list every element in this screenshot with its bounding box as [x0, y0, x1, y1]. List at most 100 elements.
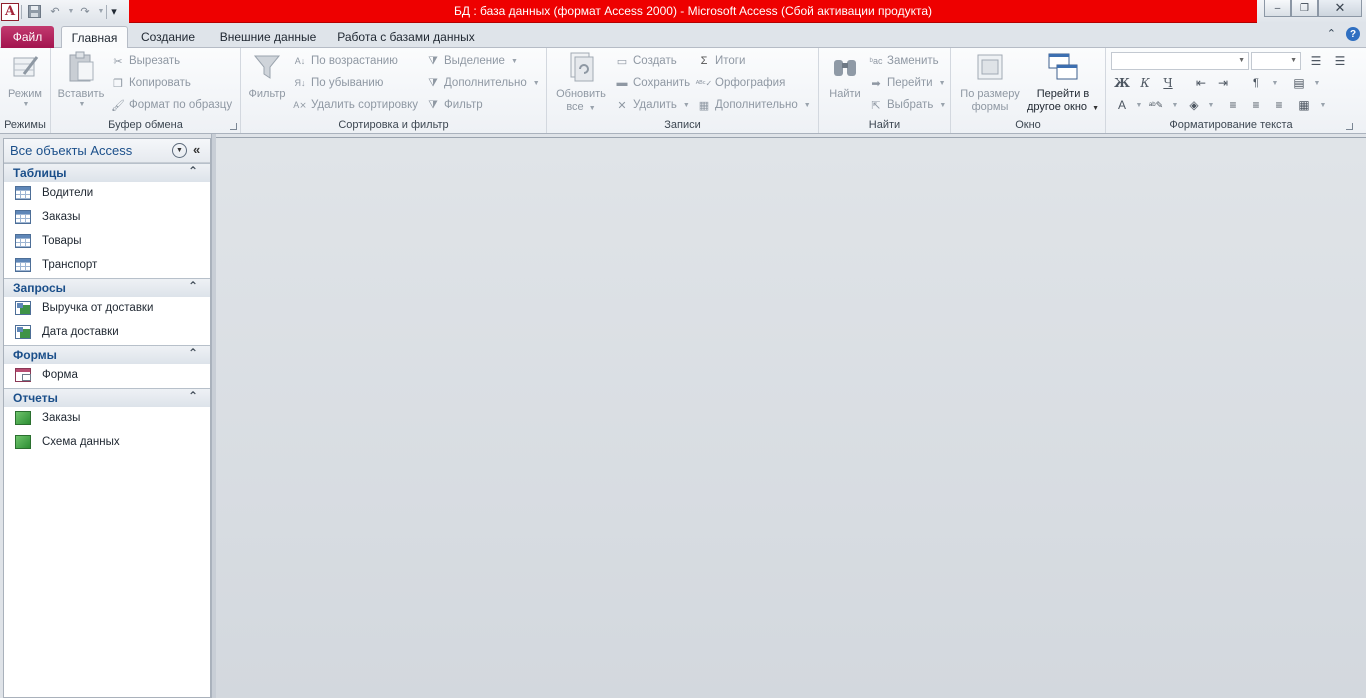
bullets-icon[interactable]: ☰ — [1306, 52, 1326, 70]
nav-item[interactable]: Схема данных — [4, 431, 210, 455]
nav-item-label: Водители — [42, 187, 94, 199]
align-left-icon[interactable]: ≡ — [1223, 96, 1243, 114]
nav-item[interactable]: Водители — [4, 182, 210, 206]
double-chevron-up-icon[interactable]: ⌃ — [188, 389, 198, 403]
access-app-icon[interactable]: A — [1, 2, 19, 21]
redo-icon[interactable]: ↷ — [74, 3, 96, 21]
tab-database-tools[interactable]: Работа с базами данных — [332, 26, 480, 48]
copy-button[interactable]: ❐ Копировать — [111, 74, 191, 92]
nav-section-header[interactable]: Запросы ⌃ — [4, 278, 210, 297]
nav-section-header[interactable]: Отчеты ⌃ — [4, 388, 210, 407]
text-formatting-dialog-launcher-icon[interactable] — [1346, 123, 1353, 130]
numbering-icon[interactable]: ☰ — [1330, 52, 1350, 70]
refresh-all-button[interactable]: Обновить все ▼ — [551, 50, 611, 115]
nav-item[interactable]: Заказы — [4, 407, 210, 431]
align-center-icon[interactable]: ≡ — [1246, 96, 1266, 114]
nav-section-header[interactable]: Таблицы ⌃ — [4, 163, 210, 182]
gridlines-dropdown-icon[interactable]: ▼ — [1306, 74, 1326, 92]
nav-item[interactable]: Товары — [4, 230, 210, 254]
nav-item[interactable]: Заказы — [4, 206, 210, 230]
nav-item[interactable]: Транспорт — [4, 254, 210, 278]
delete-record-button[interactable]: ✕ Удалить ▼ — [615, 96, 689, 114]
background-grid-dropdown-icon[interactable]: ▼ — [1312, 96, 1332, 114]
bold-button[interactable]: Ж — [1112, 74, 1132, 92]
save-record-button[interactable]: ▬ Сохранить — [615, 74, 691, 92]
paste-button[interactable]: Вставить ▼ — [55, 50, 107, 108]
close-button[interactable]: ✕ — [1318, 0, 1362, 17]
font-size-select[interactable]: ▼ — [1251, 52, 1301, 70]
sort-descending-label: По убыванию — [311, 77, 384, 89]
goto-button[interactable]: ➡ Перейти ▼ — [869, 74, 945, 92]
spelling-button[interactable]: ᴬᴮᶜ✓ Орфография — [695, 74, 786, 92]
select-button[interactable]: ⇱ Выбрать ▼ — [869, 96, 946, 114]
decrease-indent-icon[interactable]: ⇤ — [1191, 74, 1211, 92]
redo-dropdown-icon[interactable]: ▼ — [96, 3, 105, 21]
paragraph-dropdown-icon[interactable]: ▼ — [1264, 74, 1284, 92]
navigation-pane-title[interactable]: Все объекты Access — [10, 143, 132, 158]
minimize-button[interactable]: – — [1264, 0, 1291, 17]
toggle-filter-button[interactable]: ⧩ Фильтр — [426, 96, 483, 114]
clipboard-dialog-launcher-icon[interactable] — [230, 123, 237, 130]
double-chevron-up-icon[interactable]: ⌃ — [188, 346, 198, 360]
more-records-button[interactable]: ▦ Дополнительно ▼ — [697, 96, 811, 114]
increase-indent-icon[interactable]: ⇥ — [1213, 74, 1233, 92]
tab-create[interactable]: Создание — [133, 26, 203, 48]
switch-windows-button[interactable]: Перейти в другое окно ▼ — [1025, 50, 1101, 115]
find-button[interactable]: Найти — [823, 50, 867, 101]
filter-big-button[interactable]: Фильтр — [245, 50, 289, 101]
save-icon[interactable] — [24, 3, 44, 21]
nav-item-label: Форма — [42, 369, 78, 381]
font-name-select[interactable]: ▼ — [1111, 52, 1249, 70]
replace-button[interactable]: ᵇac Заменить — [869, 52, 939, 70]
nav-item[interactable]: Выручка от доставки — [4, 297, 210, 321]
nav-section-header[interactable]: Формы ⌃ — [4, 345, 210, 364]
fill-color-dropdown-icon[interactable]: ▼ — [1200, 96, 1220, 114]
remove-sort-button[interactable]: A⨯ Удалить сортировку — [293, 96, 418, 114]
background-grid-icon[interactable]: ▦ — [1294, 96, 1314, 114]
tab-external-data[interactable]: Внешние данные — [212, 26, 324, 48]
format-painter-button[interactable]: 🖌 Формат по образцу — [111, 96, 232, 114]
highlight-icon[interactable]: ᵃᵇ✎ — [1146, 96, 1166, 114]
highlight-dropdown-icon[interactable]: ▼ — [1164, 96, 1184, 114]
spelling-label: Орфография — [715, 77, 786, 89]
paste-label: Вставить — [57, 88, 105, 100]
tab-file[interactable]: Файл — [1, 26, 54, 48]
navigation-pane-header[interactable]: Все объекты Access ▼ « — [4, 139, 210, 163]
refresh-label-line2: все ▼ — [566, 101, 596, 113]
collapse-pane-icon[interactable]: « — [193, 142, 200, 157]
help-icon[interactable]: ? — [1346, 27, 1360, 41]
advanced-filter-icon: ⧩ — [428, 76, 438, 89]
nav-item[interactable]: Форма — [4, 364, 210, 388]
undo-icon[interactable]: ↶ — [44, 3, 66, 21]
minimize-ribbon-icon[interactable]: ⌃ — [1327, 27, 1336, 41]
sort-descending-button[interactable]: Я↓ По убыванию — [293, 74, 384, 92]
spelling-check-icon: ᴬᴮᶜ✓ — [695, 78, 713, 88]
double-chevron-up-icon[interactable]: ⌃ — [188, 164, 198, 178]
align-right-icon[interactable]: ≡ — [1269, 96, 1289, 114]
tab-home[interactable]: Главная — [61, 26, 128, 49]
selection-button[interactable]: ⧩ Выделение ▼ — [426, 52, 518, 70]
chevron-down-icon[interactable]: ▼ — [172, 143, 187, 158]
double-chevron-up-icon[interactable]: ⌃ — [188, 279, 198, 293]
cut-button[interactable]: ✂ Вырезать — [111, 52, 180, 70]
underline-button[interactable]: Ч — [1158, 74, 1178, 92]
undo-dropdown-icon[interactable]: ▼ — [66, 3, 75, 21]
customize-qat-icon[interactable]: ▾ — [109, 3, 119, 21]
paragraph-direction-icon[interactable]: ¶ — [1246, 74, 1266, 92]
font-color-dropdown-icon[interactable]: ▼ — [1128, 96, 1148, 114]
switch-windows-line2: другое окно ▼ — [1026, 101, 1100, 113]
arrow-right-icon: ➡ — [871, 77, 881, 90]
advanced-filter-button[interactable]: ⧩ Дополнительно ▼ — [426, 74, 540, 92]
totals-button[interactable]: Σ Итоги — [697, 52, 746, 70]
group-clipboard: Вставить ▼ ✂ Вырезать ❐ Копировать 🖌 Фор… — [51, 48, 241, 133]
group-sort-filter: Фильтр A↓ По возрастанию Я↓ По убыванию … — [241, 48, 547, 133]
remove-sort-icon: A⨯ — [293, 99, 307, 110]
italic-button[interactable]: К — [1135, 74, 1155, 92]
sort-ascending-button[interactable]: A↓ По возрастанию — [293, 52, 398, 70]
nav-item[interactable]: Дата доставки — [4, 321, 210, 345]
view-button[interactable]: Режим ▼ — [4, 50, 46, 108]
restore-button[interactable]: ❐ — [1291, 0, 1318, 17]
size-to-form-button[interactable]: По размеру формы — [955, 50, 1025, 114]
paste-icon — [64, 50, 98, 84]
new-record-button[interactable]: ▭ Создать — [615, 52, 677, 70]
